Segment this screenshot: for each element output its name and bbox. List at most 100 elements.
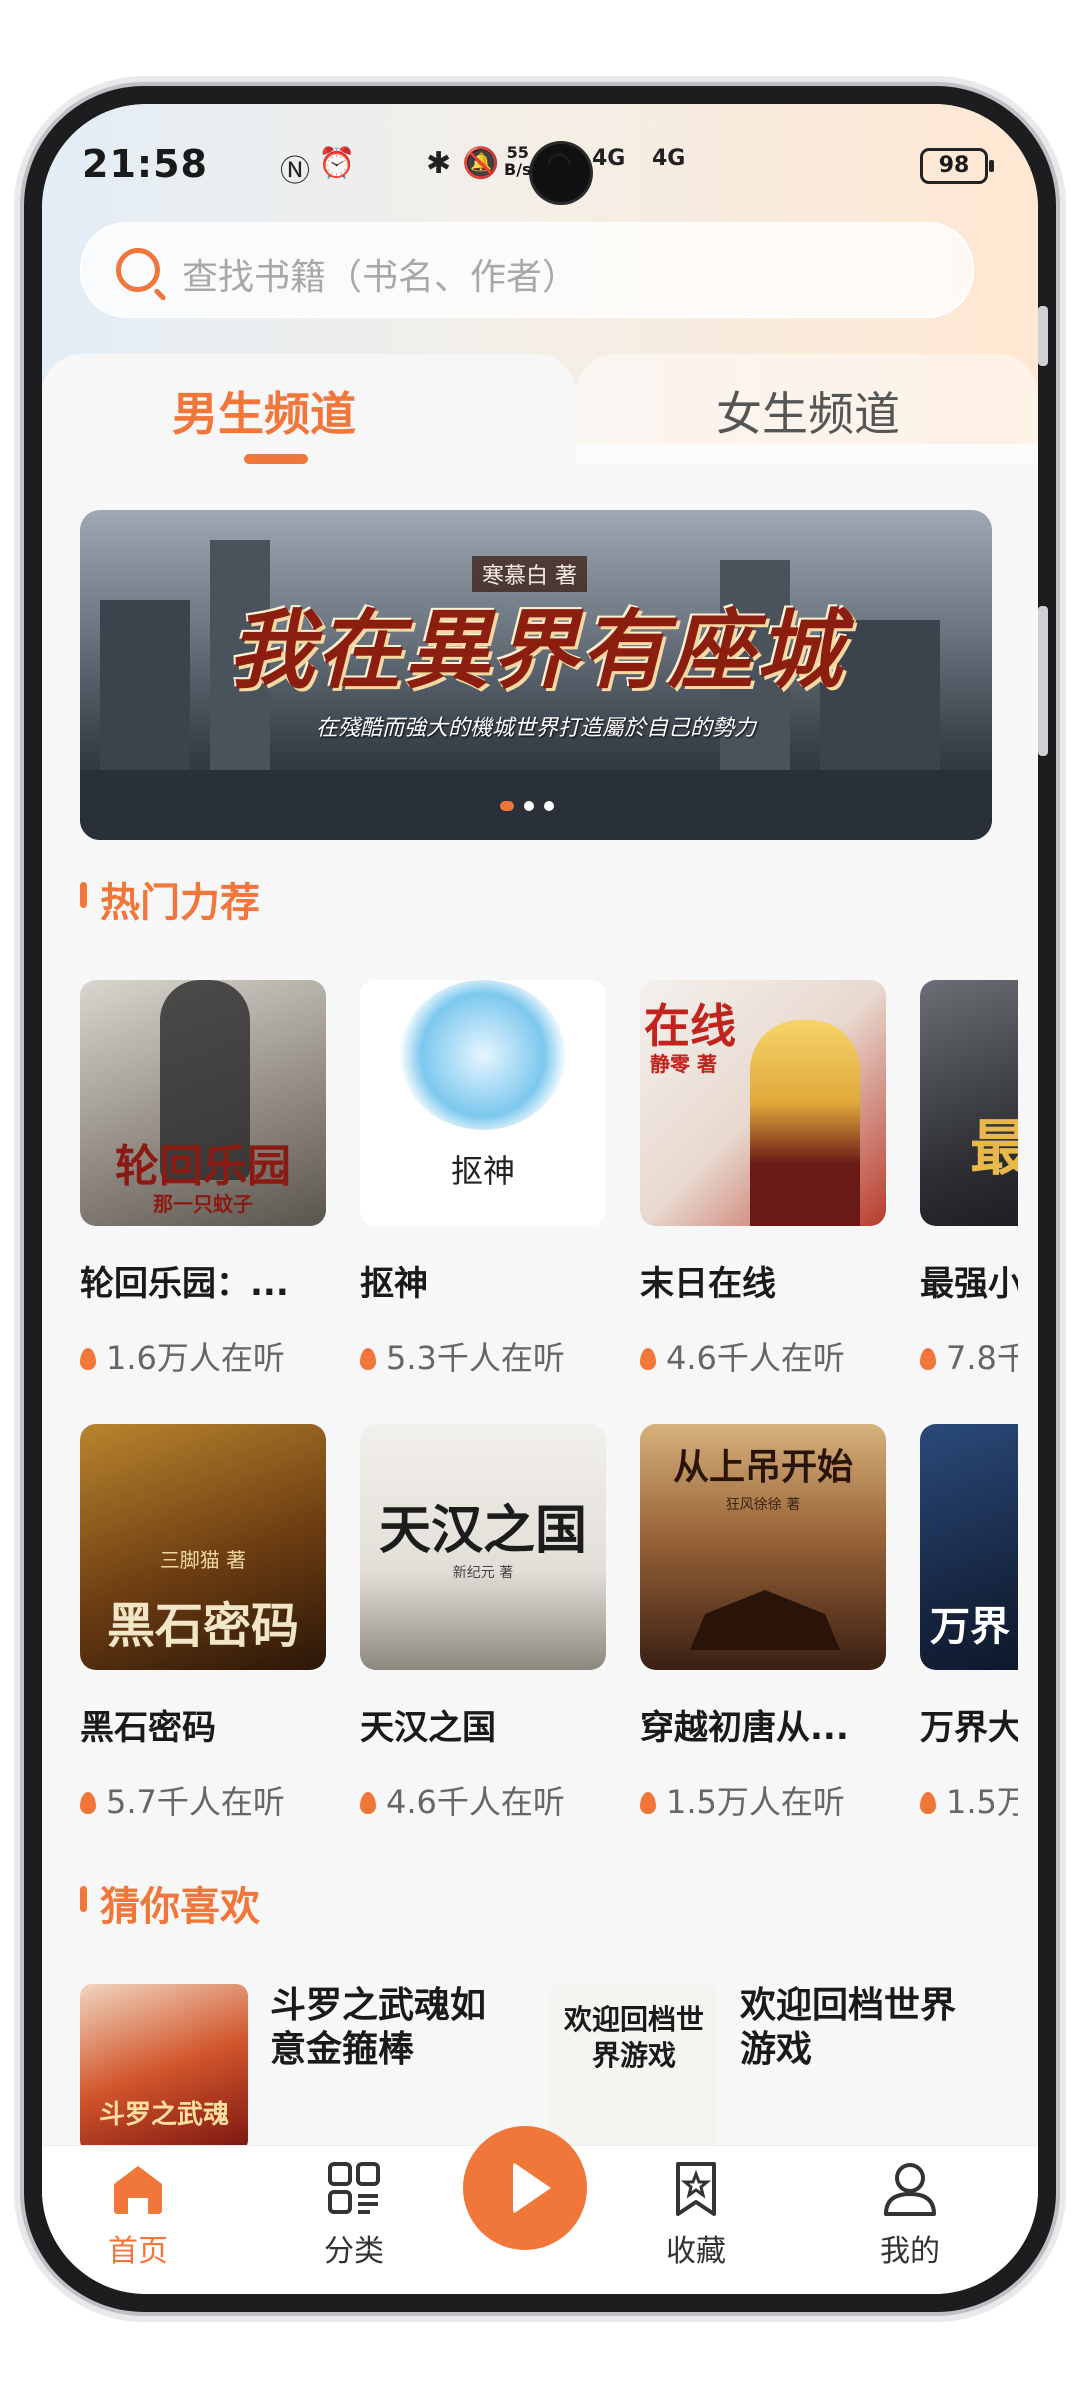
cover-author: 狂风徐徐 著	[725, 1497, 801, 1513]
fire-icon	[920, 1348, 936, 1370]
screen: 21:58 Ⓝ ⏰ ✱ 🔕 55 B/s ◠ 4G 4G 98 查找书籍（书名、…	[42, 104, 1038, 2294]
phone-frame: 21:58 Ⓝ ⏰ ✱ 🔕 55 B/s ◠ 4G 4G 98 查找书籍（书名、…	[24, 86, 1056, 2312]
book-card[interactable]: 天汉之国 新纪元 著 天汉之国 4.6千人在听	[360, 1424, 606, 1823]
nav-favorites[interactable]: 收藏	[636, 2160, 756, 2270]
net-speed-value: 55	[506, 143, 529, 162]
carousel-dot	[544, 801, 554, 811]
book-cover: 轮回乐园 那一只蚊子	[80, 980, 326, 1226]
book-card[interactable]: 从上吊开始 狂风徐徐 著 穿越初唐从... 1.5万人在听	[640, 1424, 886, 1823]
home-icon	[114, 2166, 162, 2214]
listeners-text: 4.6千人在听	[666, 1339, 845, 1377]
book-cover: 在线 静零 著	[640, 980, 886, 1226]
channel-tabs: 女生频道 男生频道	[42, 354, 1038, 464]
book-cover: 从上吊开始 狂风徐徐 著	[640, 1424, 886, 1670]
wifi-icon: ◠	[546, 146, 573, 181]
book-listeners: 1.5万人在听	[640, 1777, 886, 1823]
book-cover: 斗罗之武魂	[80, 1984, 248, 2152]
nav-category[interactable]: 分类	[294, 2160, 414, 2270]
book-listeners: 7.8千	[920, 1333, 1018, 1379]
book-listeners: 5.3千人在听	[360, 1333, 606, 1379]
banner-title: 我在異界有座城	[228, 600, 844, 701]
fire-icon	[360, 1792, 376, 1814]
tab-male-channel[interactable]: 男生频道	[42, 354, 576, 464]
nav-home[interactable]: 首页	[78, 2160, 198, 2270]
listeners-text: 5.7千人在听	[106, 1783, 285, 1821]
book-cover: 抠神	[360, 980, 606, 1226]
phone-button	[1038, 606, 1048, 756]
book-card[interactable]: 三脚猫 著 黑石密码 黑石密码 5.7千人在听	[80, 1424, 326, 1823]
book-title: 万界大	[920, 1708, 1018, 1748]
user-icon	[884, 2163, 936, 2216]
status-bar: 21:58 Ⓝ ⏰ ✱ 🔕 55 B/s ◠ 4G 4G 98	[42, 104, 1038, 204]
cover-title: 在线	[644, 999, 736, 1053]
tab-label: 女生频道	[716, 387, 900, 441]
play-button[interactable]	[463, 2126, 587, 2250]
cover-title: 欢迎回档世界游戏	[563, 2003, 704, 2072]
nfc-icon: Ⓝ	[280, 154, 310, 189]
book-cover: 天汉之国 新纪元 著	[360, 1424, 606, 1670]
category-icon	[328, 2162, 380, 2214]
signal-icon: 4G	[592, 146, 626, 171]
fire-icon	[360, 1348, 376, 1370]
book-listeners: 1.6万人在听	[80, 1333, 326, 1379]
section-title-guess: 猜你喜欢	[80, 1874, 260, 1932]
battery-icon: 98	[920, 148, 994, 184]
listeners-text: 7.8千	[946, 1339, 1018, 1377]
nav-label: 分类	[324, 2234, 384, 2269]
cover-art	[400, 980, 566, 1130]
book-listeners: 5.7千人在听	[80, 1777, 326, 1823]
nav-label: 首页	[108, 2234, 168, 2269]
cover-title: 抠神	[450, 1152, 515, 1190]
cover-title: 天汉之国	[378, 1500, 587, 1561]
book-title: 抠神	[360, 1264, 428, 1304]
book-cover: 欢迎回档世界游戏	[550, 1984, 718, 2152]
book-title: 末日在线	[640, 1264, 776, 1304]
cover-author: 那一只蚊子	[153, 1192, 253, 1216]
book-card[interactable]: 轮回乐园 那一只蚊子 轮回乐园：... 1.6万人在听	[80, 980, 326, 1379]
book-title: 轮回乐园：...	[80, 1264, 289, 1304]
cover-author: 三脚猫 著	[159, 1548, 247, 1572]
carousel-indicator	[500, 796, 564, 815]
search-placeholder: 查找书籍（书名、作者）	[182, 257, 579, 298]
book-card[interactable]: 最 最强小 7.8千	[920, 980, 1018, 1379]
book-listeners: 4.6千人在听	[360, 1777, 606, 1823]
book-title: 黑石密码	[80, 1708, 216, 1748]
nav-label: 我的	[880, 2234, 940, 2269]
tab-label: 男生频道	[172, 387, 356, 441]
book-title: 最强小	[920, 1264, 1018, 1304]
cover-author: 新纪元 著	[452, 1565, 514, 1581]
book-title: 天汉之国	[360, 1708, 496, 1748]
book-card[interactable]: 万界 万界大 1.5万	[920, 1424, 1018, 1823]
book-listeners: 4.6千人在听	[640, 1333, 886, 1379]
listeners-text: 5.3千人在听	[386, 1339, 565, 1377]
tab-female-channel[interactable]: 女生频道	[576, 354, 1038, 464]
carousel-dot	[500, 801, 514, 811]
listeners-text: 1.5万人在听	[666, 1783, 845, 1821]
net-speed: 55 B/s	[504, 144, 532, 178]
signal-icon: 4G	[652, 146, 686, 171]
fire-icon	[640, 1348, 656, 1370]
mute-bell-icon: 🔕	[462, 146, 500, 181]
listeners-text: 4.6千人在听	[386, 1783, 565, 1821]
nav-profile[interactable]: 我的	[850, 2160, 970, 2270]
carousel-dot	[524, 801, 534, 811]
book-listeners: 1.5万	[920, 1777, 1018, 1823]
book-cover: 三脚猫 著 黑石密码	[80, 1424, 326, 1670]
book-card[interactable]: 在线 静零 著 末日在线 4.6千人在听	[640, 980, 886, 1379]
banner-carousel[interactable]: 寒慕白 著 我在異界有座城 在殘酷而強大的機城世界打造屬於自己的勢力	[80, 510, 992, 840]
cover-title: 从上吊开始	[672, 1446, 853, 1488]
listeners-text: 1.5万	[946, 1783, 1018, 1821]
cover-art	[750, 1020, 860, 1226]
book-card[interactable]: 抠神 抠神 5.3千人在听	[360, 980, 606, 1379]
bluetooth-icon: ✱	[426, 146, 452, 181]
section-title-hot: 热门力荐	[80, 870, 260, 928]
book-title: 斗罗之武魂如意金箍棒	[270, 1985, 487, 2070]
listeners-text: 1.6万人在听	[106, 1339, 285, 1377]
phone-button	[1038, 306, 1048, 366]
search-icon	[116, 248, 160, 292]
book-cover: 万界	[920, 1424, 1018, 1670]
search-input[interactable]: 查找书籍（书名、作者）	[80, 222, 974, 318]
cover-art	[690, 1590, 840, 1650]
status-time: 21:58	[82, 142, 208, 186]
tab-indicator	[244, 454, 308, 464]
